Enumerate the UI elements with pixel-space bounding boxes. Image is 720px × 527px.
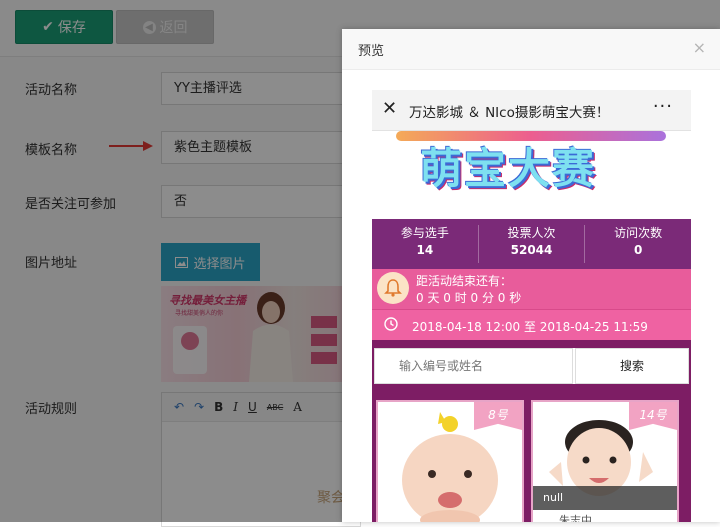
phone-nav-bar: ✕ 万达影城 ＆ NIco摄影萌宝大赛！ ··· [372, 90, 691, 131]
hero-banner: 萌宝大赛 [372, 131, 691, 219]
baby-photo [402, 412, 498, 522]
time-range-bar: 2018-04-18 12:00 至 2018-04-25 11:59 [372, 310, 691, 340]
contestant-grid: 8号 14号 null 朱志中 [372, 392, 691, 522]
stats-bar: 参与选手 14 投票人次 52044 访问次数 0 [372, 219, 691, 269]
contestant-card[interactable]: 14号 null 朱志中 [531, 400, 679, 522]
more-icon[interactable]: ··· [653, 96, 673, 117]
countdown-bar: 距活动结束还有： 0 天 0 时 0 分 0 秒 [372, 269, 691, 310]
hero-title: 萌宝大赛 [420, 144, 597, 193]
modal-title: 预览 [358, 44, 385, 59]
stat-label: 访问次数 [614, 226, 663, 240]
search-bar: 输入编号或姓名 搜索 [374, 348, 689, 384]
nav-close-icon[interactable]: ✕ [382, 98, 397, 119]
card-name: 朱志中 [559, 514, 592, 522]
phone-preview: ✕ 万达影城 ＆ NIco摄影萌宝大赛！ ··· 萌宝大赛 参与选手 14 投票… [372, 90, 691, 522]
stat-votes: 投票人次 52044 [479, 225, 586, 263]
card-caption: null [533, 486, 677, 510]
countdown-value: 0 天 0 时 0 分 0 秒 [416, 291, 522, 305]
modal-header: 预览 × [342, 29, 720, 70]
stat-value: 14 [416, 243, 434, 257]
modal-body: ✕ 万达影城 ＆ NIco摄影萌宝大赛！ ··· 萌宝大赛 参与选手 14 投票… [342, 70, 720, 522]
nav-title: 万达影城 ＆ NIco摄影萌宝大赛！ [409, 105, 610, 121]
preview-modal: 预览 × ✕ 万达影城 ＆ NIco摄影萌宝大赛！ ··· 萌宝大赛 参与选手 … [342, 29, 720, 522]
stat-label: 参与选手 [400, 226, 449, 240]
time-range: 2018-04-18 12:00 至 2018-04-25 11:59 [412, 320, 648, 334]
countdown-label: 距活动结束还有： [416, 274, 513, 288]
stat-visits: 访问次数 0 [585, 225, 691, 263]
close-icon[interactable]: × [693, 38, 706, 57]
bell-icon [377, 272, 409, 304]
search-button[interactable]: 搜索 [575, 348, 689, 384]
clock-icon [384, 317, 398, 331]
contestant-card[interactable]: 8号 [376, 400, 524, 522]
search-input[interactable]: 输入编号或姓名 [374, 348, 573, 384]
stat-label: 投票人次 [507, 226, 556, 240]
stat-value: 52044 [510, 243, 553, 257]
stat-contestants: 参与选手 14 [372, 225, 479, 263]
stat-value: 0 [634, 243, 643, 257]
